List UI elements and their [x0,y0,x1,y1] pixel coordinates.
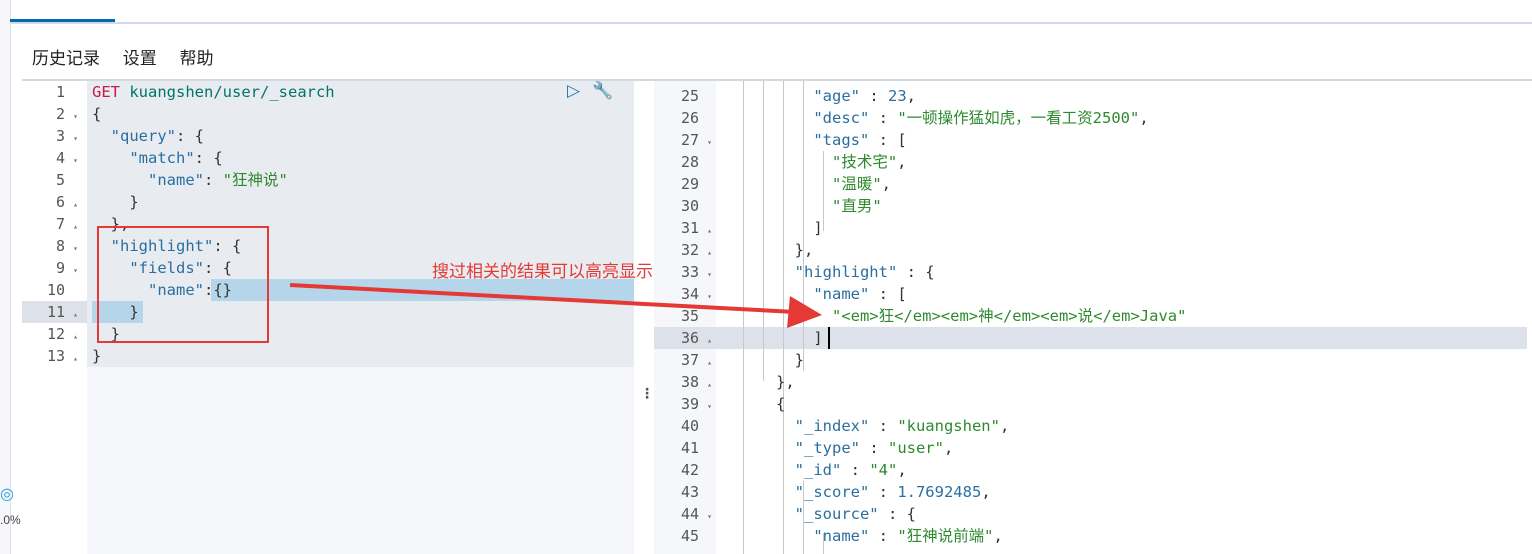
annotation-arrow [289,283,822,328]
